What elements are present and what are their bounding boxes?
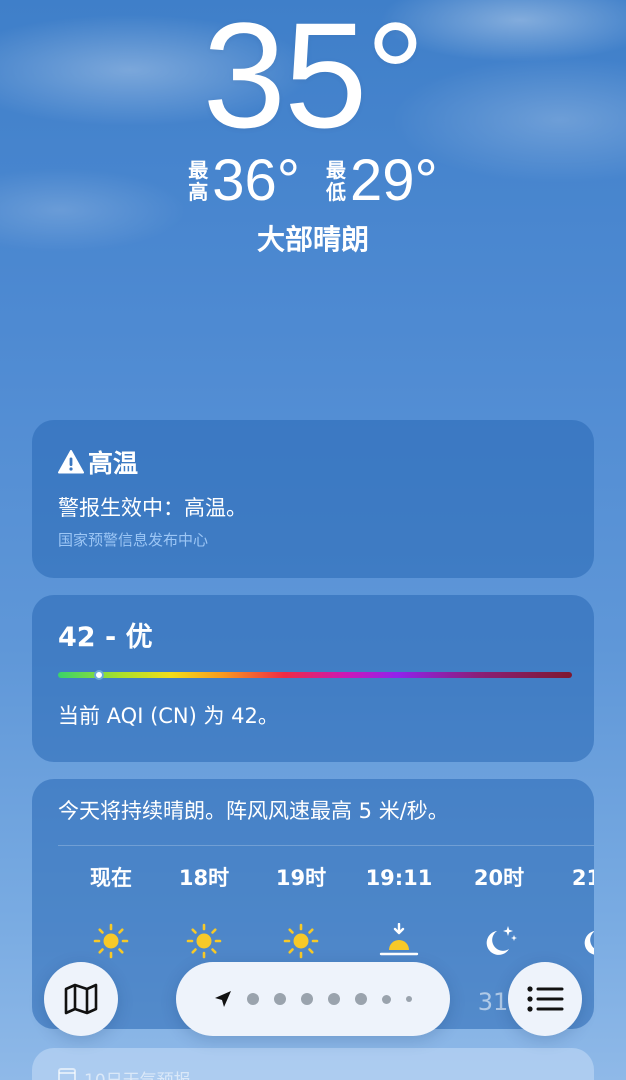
current-temperature: 35° — [202, 0, 426, 159]
map-button[interactable] — [44, 962, 118, 1036]
high-value: 36° — [212, 148, 300, 213]
calendar-icon — [58, 1068, 76, 1080]
alert-title: 高温 — [88, 449, 139, 478]
ten-day-forecast-card[interactable]: 10日天气预报 — [32, 1048, 594, 1080]
page-dot[interactable] — [247, 993, 259, 1005]
low-value: 29° — [350, 148, 438, 213]
page-dot[interactable] — [406, 996, 412, 1002]
high-temperature: 最 高 36° — [188, 150, 300, 212]
high-low-row: 最 高 36° 最 低 29° — [0, 150, 626, 212]
hour-label: 19时 — [275, 866, 327, 890]
divider — [58, 845, 594, 846]
ten-day-title: 10日天气预报 — [84, 1066, 191, 1080]
hour-label: 现在 — [90, 866, 132, 890]
low-label: 最 低 — [326, 158, 346, 204]
low-temperature: 最 低 29° — [326, 150, 438, 212]
sun-icon — [186, 923, 222, 959]
page-dot[interactable] — [355, 993, 367, 1005]
sunset-icon — [379, 923, 419, 956]
high-label: 最 高 — [188, 158, 209, 204]
hour-label: 18时 — [178, 866, 230, 890]
aqi-title: 42 - 优 — [58, 622, 153, 653]
location-list-button[interactable] — [508, 962, 582, 1036]
weather-condition: 大部晴朗 — [256, 223, 369, 256]
aqi-scale-bar — [58, 670, 572, 680]
location-arrow-icon[interactable] — [214, 990, 232, 1008]
location-pager[interactable] — [176, 962, 450, 1036]
warning-icon — [58, 450, 84, 474]
page-dot[interactable] — [274, 993, 286, 1005]
hour-label: 19:11 — [365, 866, 433, 890]
alert-title-row: 高温 — [58, 446, 568, 478]
alert-source-link[interactable]: 国家预警信息发布中心 — [58, 530, 568, 550]
forecast-summary: 今天将持续晴朗。阵风风速最高 5 米/秒。 — [58, 799, 449, 823]
air-quality-card[interactable]: 42 - 优 当前 AQI (CN) 为 42。 — [32, 595, 594, 762]
moon-stars-icon — [584, 931, 594, 955]
hour-label: 21时 — [571, 866, 594, 890]
page-dot[interactable] — [301, 993, 313, 1005]
moon-stars-icon — [486, 926, 517, 955]
map-icon — [64, 983, 98, 1015]
hour-label: 20时 — [473, 866, 525, 890]
sun-icon — [93, 923, 129, 959]
aqi-indicator — [94, 670, 105, 680]
aqi-description: 当前 AQI (CN) 为 42。 — [58, 704, 279, 728]
sun-icon — [283, 923, 319, 959]
heat-alert-card[interactable]: 高温 警报生效中：高温。 国家预警信息发布中心 — [32, 420, 594, 578]
page-dot[interactable] — [382, 994, 391, 1004]
list-icon — [527, 986, 564, 1012]
page-dot[interactable] — [328, 993, 340, 1005]
alert-text: 警报生效中：高温。 — [58, 496, 247, 520]
